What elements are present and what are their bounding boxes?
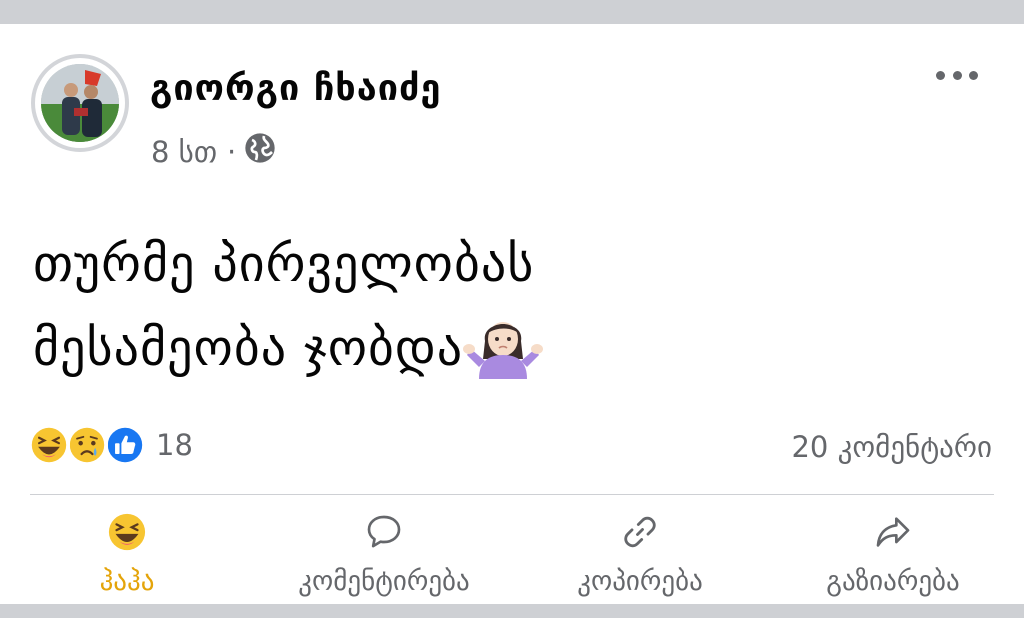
more-dot xyxy=(952,70,962,80)
meta-separator: · xyxy=(227,134,237,169)
woman-shrugging-emoji xyxy=(463,311,544,379)
author-avatar[interactable] xyxy=(31,54,129,152)
post-card: გიორგი ჩხაიძე 8 სთ · თურმე პირველობას მე… xyxy=(0,24,1024,604)
feed-separator xyxy=(0,604,1024,618)
comment-count[interactable]: 20 კომენტარი xyxy=(791,430,992,464)
copy-label: კოპირება xyxy=(577,566,703,597)
share-button[interactable]: გაზიარება xyxy=(788,512,998,597)
more-dot xyxy=(936,70,945,80)
copy-link-button[interactable]: კოპირება xyxy=(535,512,745,597)
comment-button[interactable]: კომენტირება xyxy=(254,512,514,597)
post-text: თურმე პირველობას მესამეობა ჯობდა xyxy=(33,222,933,390)
comment-icon xyxy=(367,515,401,548)
more-options-button[interactable] xyxy=(932,60,982,90)
haha-emoji xyxy=(108,513,146,551)
share-icon xyxy=(876,517,910,547)
post-text-line2-text: მესამეობა ჯობდა xyxy=(33,319,464,377)
haha-reaction-button[interactable]: ჰაჰა xyxy=(77,512,177,597)
share-label: გაზიარება xyxy=(826,566,960,597)
globe-icon xyxy=(244,132,276,171)
author-name[interactable]: გიორგი ჩხაიძე xyxy=(150,68,441,109)
sad-emoji xyxy=(66,424,108,466)
comment-label: კომენტირება xyxy=(298,566,470,597)
link-icon xyxy=(624,516,656,548)
post-time[interactable]: 8 სთ xyxy=(151,135,217,169)
haha-label: ჰაჰა xyxy=(99,566,155,597)
like-icon xyxy=(104,424,146,466)
haha-emoji xyxy=(28,424,70,466)
more-dot xyxy=(969,70,978,80)
avatar-photo xyxy=(41,64,119,142)
post-meta: 8 სთ · xyxy=(151,132,276,171)
reactions-summary[interactable]: 18 xyxy=(28,424,193,466)
post-text-line2: მესამეობა ჯობდა xyxy=(33,306,933,390)
post-text-line1: თურმე პირველობას xyxy=(33,235,535,293)
reaction-count: 18 xyxy=(156,428,193,462)
divider xyxy=(30,494,994,495)
